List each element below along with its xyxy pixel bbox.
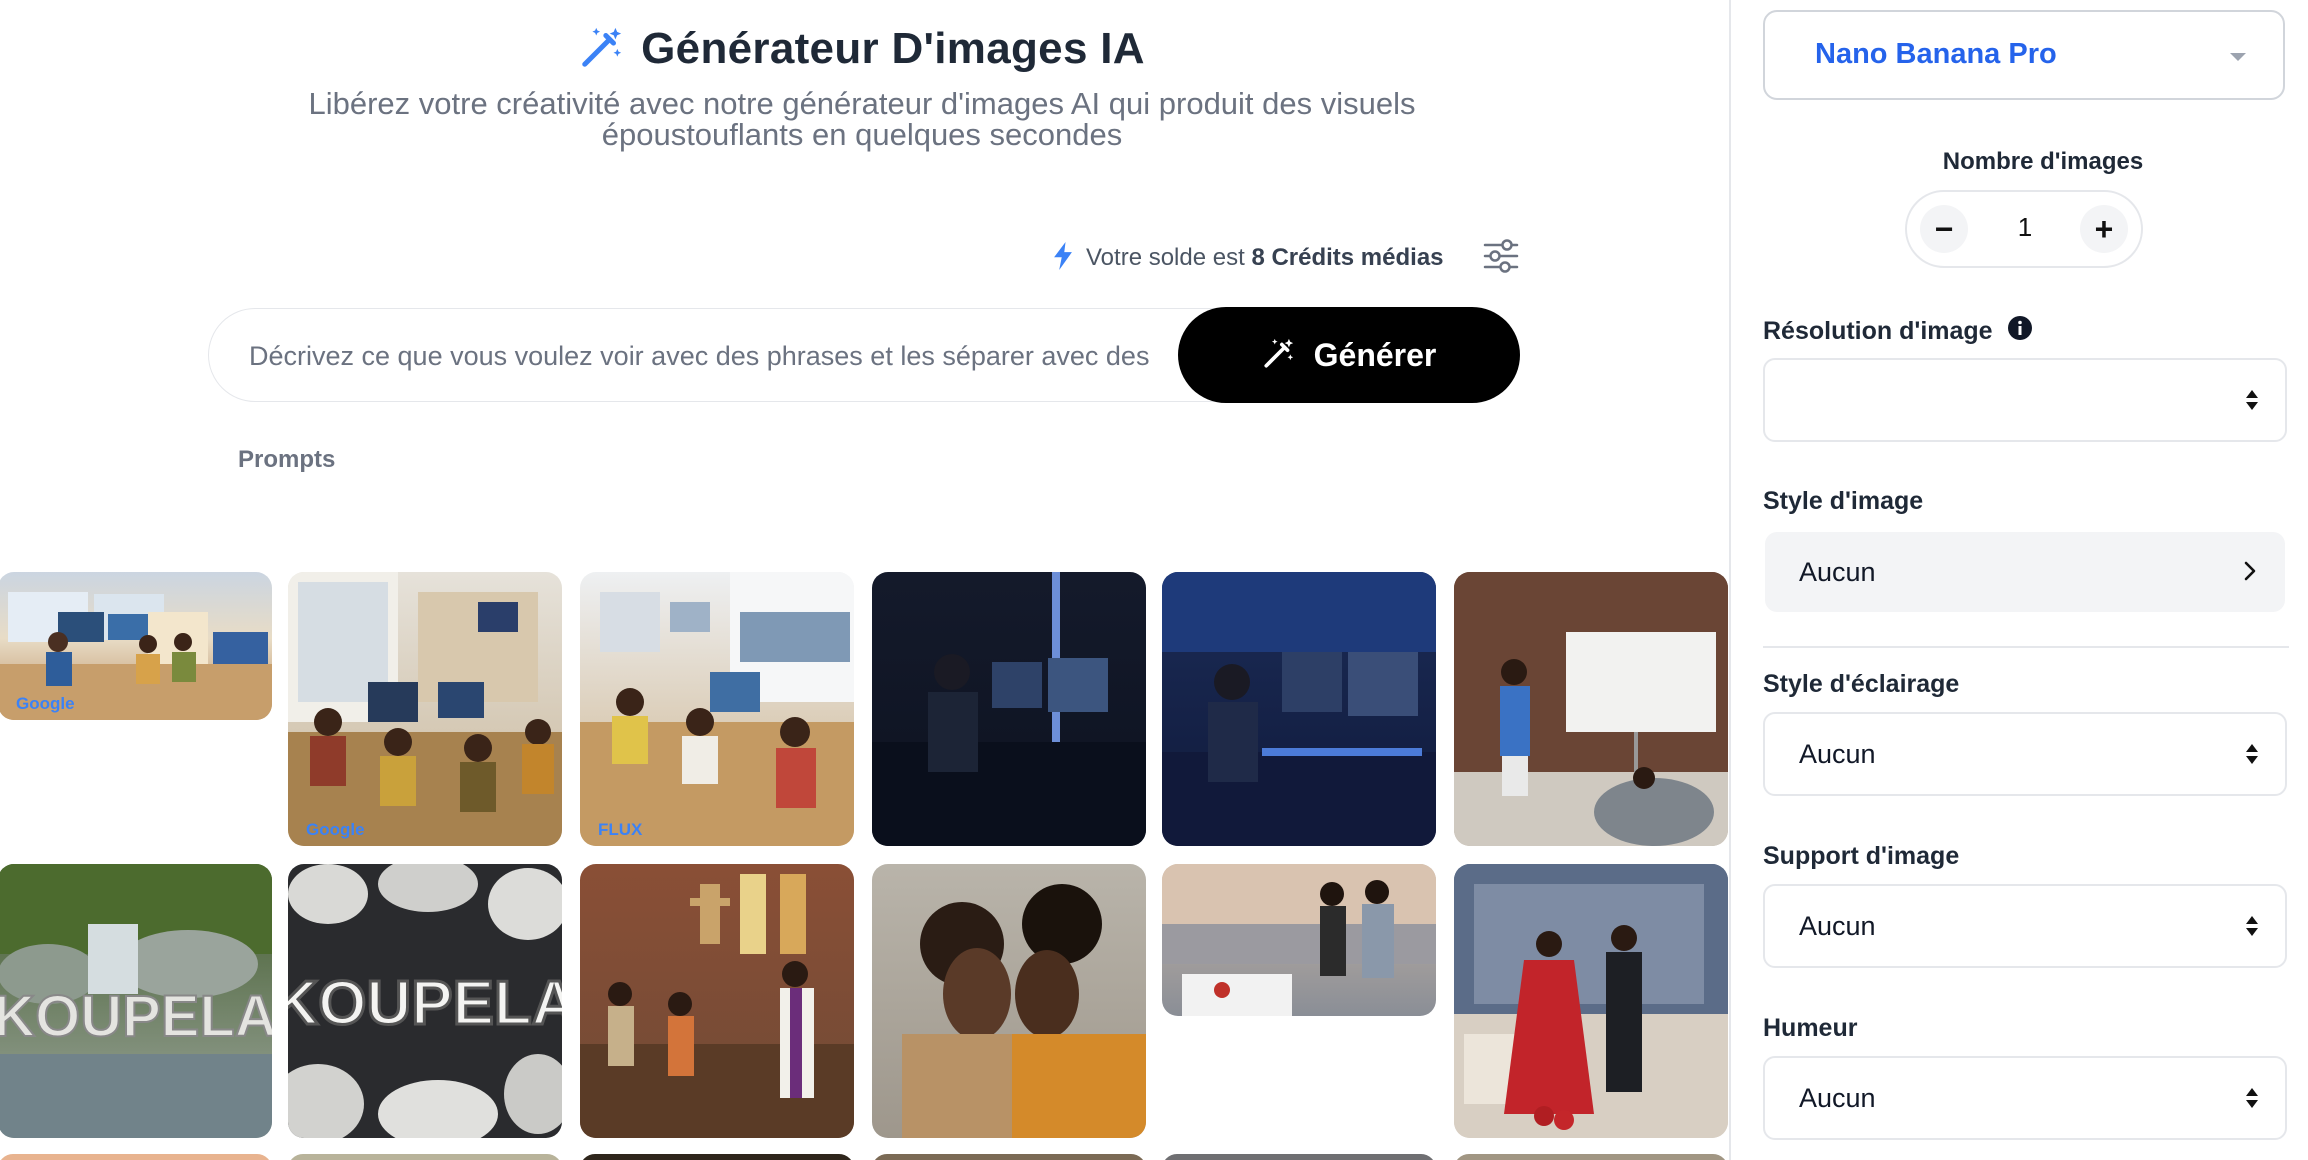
model-tag: Google — [16, 694, 75, 713]
gallery-image[interactable]: FLUX — [580, 572, 854, 846]
page-subtitle: Libérez votre créativité avec notre géné… — [230, 88, 1494, 150]
gallery-image[interactable] — [872, 1154, 1146, 1160]
lighting-style-select[interactable]: Aucun — [1763, 712, 2287, 796]
balance-prefix: Votre solde est — [1086, 244, 1245, 271]
gallery-image[interactable] — [872, 572, 1146, 846]
sliders-icon — [1483, 238, 1519, 278]
mood-select[interactable]: Aucun — [1763, 1056, 2287, 1140]
lightning-icon — [1052, 241, 1074, 275]
mood-value: Aucun — [1799, 1083, 1876, 1113]
generate-button[interactable]: Générer — [1178, 307, 1520, 403]
settings-button[interactable] — [1478, 236, 1524, 280]
gallery-image[interactable] — [288, 1154, 562, 1160]
chevron-right-icon — [2243, 560, 2257, 587]
balance-amount: 8 Crédits médias — [1251, 244, 1444, 271]
panel-divider — [1763, 646, 2289, 648]
main-area: Générateur D'images IA Libérez votre cré… — [0, 0, 1728, 1160]
sort-updown-icon — [2245, 915, 2259, 942]
koupela-stones-text: KOUPELA — [288, 969, 562, 1038]
gallery-image[interactable] — [1162, 864, 1436, 1016]
model-select-value: Nano Banana Pro — [1815, 38, 2057, 70]
gallery-image[interactable] — [1454, 864, 1728, 1138]
image-style-select[interactable]: Aucun — [1765, 532, 2285, 612]
title-row: Générateur D'images IA — [230, 18, 1494, 80]
increment-button[interactable]: + — [2080, 205, 2128, 253]
credit-balance: Votre solde est 8 Crédits médias — [1052, 236, 1444, 280]
page-title: Générateur D'images IA — [641, 24, 1145, 73]
image-count-label: Nombre d'images — [1942, 148, 2144, 175]
model-select[interactable]: Nano Banana Pro — [1763, 10, 2285, 100]
model-tag: Google — [306, 820, 365, 839]
sort-updown-icon — [2245, 743, 2259, 770]
gallery-image[interactable] — [1454, 1154, 1728, 1160]
gallery-image[interactable]: KOUPELA — [0, 864, 272, 1138]
image-count-value[interactable]: 1 — [1997, 212, 2053, 243]
lighting-style-label: Style d'éclairage — [1763, 670, 1960, 698]
subtitle-line-2: époustouflants en quelques secondes — [601, 117, 1123, 152]
gallery-image[interactable]: Google — [0, 572, 272, 720]
image-style-value: Aucun — [1799, 557, 1876, 587]
sort-updown-icon — [2245, 389, 2259, 416]
tab-prompts[interactable]: Prompts — [238, 446, 335, 474]
model-tag: FLUX — [598, 820, 643, 839]
image-support-label: Support d'image — [1763, 842, 1960, 870]
gallery-image[interactable] — [872, 864, 1146, 1138]
gallery-image[interactable]: KOUPELA — [288, 864, 562, 1138]
gallery-image[interactable] — [580, 864, 854, 1138]
image-style-label: Style d'image — [1763, 487, 1924, 515]
image-count-stepper: − 1 + — [1905, 190, 2143, 268]
magic-wand-icon — [1262, 336, 1296, 375]
resolution-label: Résolution d'image — [1763, 317, 1993, 345]
sort-updown-icon — [2245, 1087, 2259, 1114]
gallery-image[interactable]: Google — [288, 572, 562, 846]
resolution-label-row: Résolution d'image — [1763, 315, 2033, 348]
generate-label: Générer — [1313, 336, 1437, 373]
magic-wand-icon — [579, 24, 625, 75]
image-gallery: Google Google FLUX KOUPELA KOUPELA — [0, 572, 1728, 1160]
gallery-image[interactable] — [1162, 572, 1436, 846]
subtitle-line-1: Libérez votre créativité avec notre géné… — [308, 86, 1416, 121]
resolution-select[interactable] — [1763, 358, 2287, 442]
image-support-value: Aucun — [1799, 911, 1876, 941]
decrement-button[interactable]: − — [1920, 205, 1968, 253]
lighting-style-value: Aucun — [1799, 739, 1876, 769]
gallery-image[interactable] — [0, 1154, 272, 1160]
info-icon[interactable] — [2007, 315, 2033, 348]
mood-label: Humeur — [1763, 1014, 1858, 1042]
settings-panel: Nano Banana Pro Nombre d'images − 1 + Ré… — [1729, 0, 2308, 1160]
balance-text: Votre solde est 8 Crédits médias — [1086, 244, 1444, 272]
chevron-down-icon — [2229, 50, 2247, 68]
gallery-image[interactable] — [1454, 572, 1728, 846]
koupela-stream-text: KOUPELA — [0, 984, 272, 1049]
gallery-image[interactable] — [1162, 1154, 1436, 1160]
image-support-select[interactable]: Aucun — [1763, 884, 2287, 968]
page-header: Générateur D'images IA Libérez votre cré… — [230, 18, 1494, 150]
gallery-image[interactable] — [580, 1154, 854, 1160]
